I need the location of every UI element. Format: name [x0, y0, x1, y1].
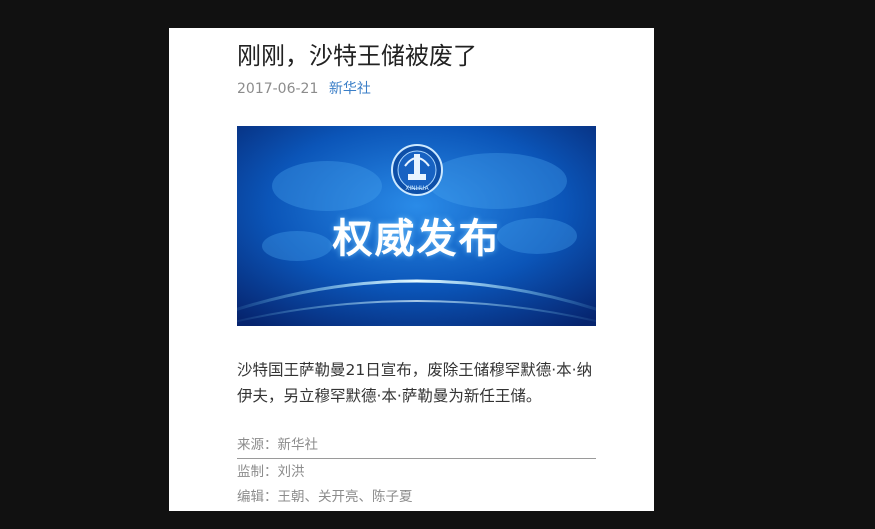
banner-title: 权威发布 — [332, 216, 501, 262]
supervisor-line: 监制：刘洪 — [237, 464, 305, 480]
article-page: 刚刚，沙特王储被废了 2017-06-21 新华社 XINHUA 权威发布 沙特… — [169, 28, 654, 511]
editor-line: 编辑：王朝、关开亮、陈子夏 — [237, 489, 413, 505]
source-line: 来源：新华社 — [237, 435, 596, 459]
article-body: 沙特国王萨勒曼21日宣布，废除王储穆罕默德·本·纳伊夫，另立穆罕默德·本·萨勒曼… — [237, 361, 593, 405]
article-title: 刚刚，沙特王储被废了 — [237, 42, 477, 70]
source-link[interactable]: 新华社 — [329, 81, 371, 97]
article-banner-image: XINHUA 权威发布 — [237, 126, 596, 326]
article-date: 2017-06-21 — [237, 81, 319, 97]
emblem-label: XINHUA — [405, 185, 429, 192]
article-meta: 2017-06-21 新华社 — [237, 79, 371, 99]
